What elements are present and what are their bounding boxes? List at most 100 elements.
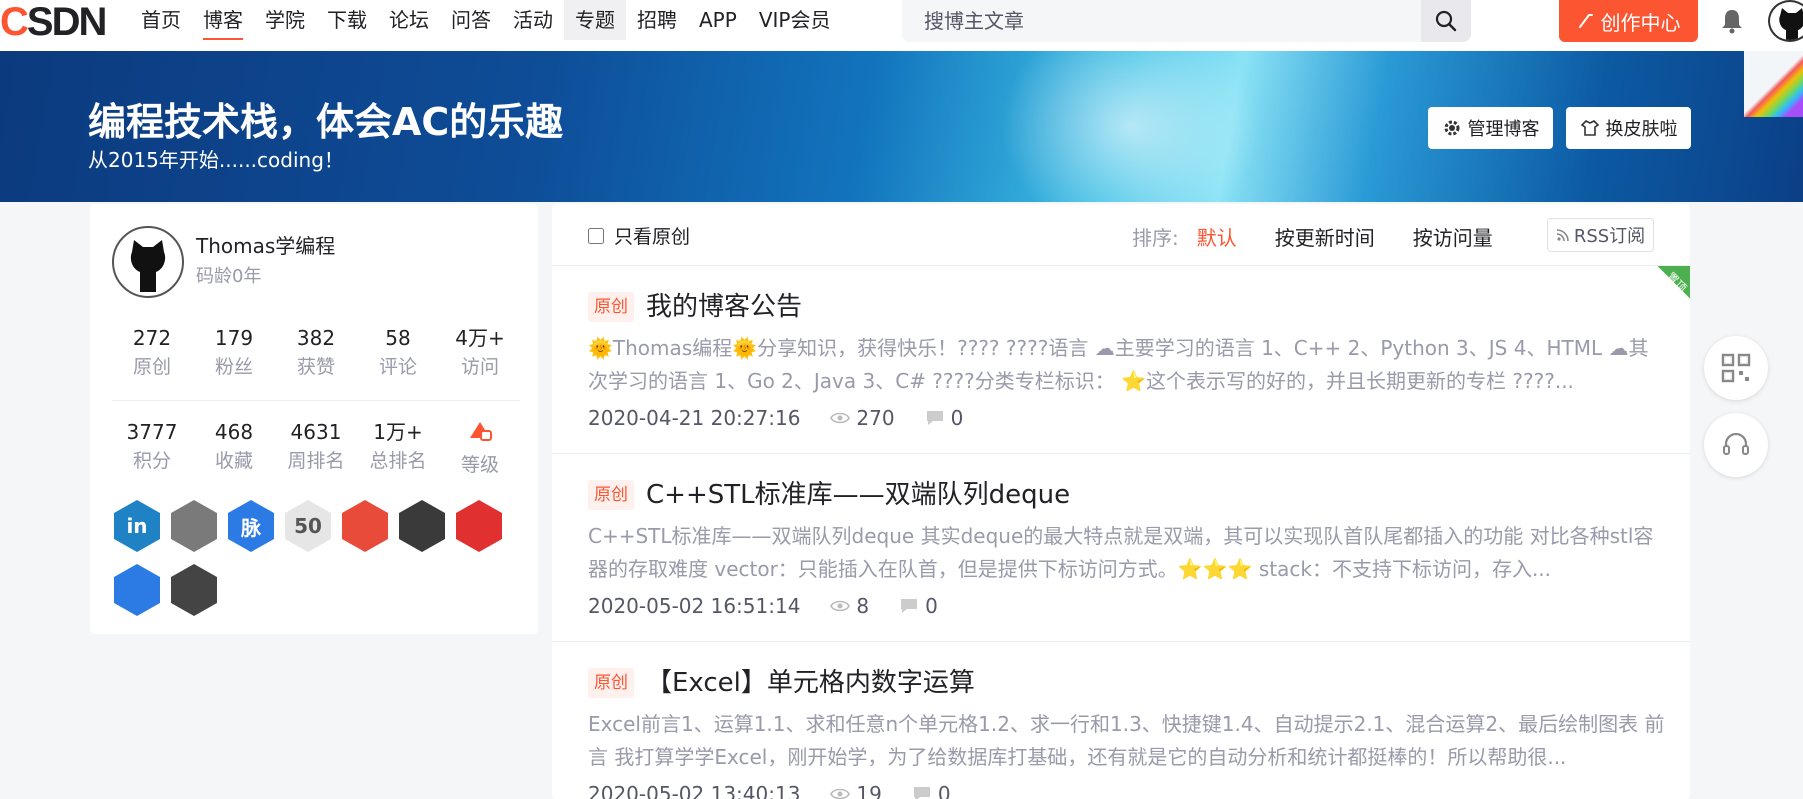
change-skin-button[interactable]: 换皮肤啦 xyxy=(1566,107,1691,149)
top-nav: CSDN 首页 博客 学院 下载 论坛 问答 活动 专题 招聘 APP VIP会… xyxy=(0,0,1803,51)
article-description: 🌞Thomas编程🌞分享知识，获得快乐！???? ????语言 ☁主要学习的语言… xyxy=(588,336,1649,393)
stat-value: 179 xyxy=(214,326,254,350)
comments-count: 0 xyxy=(925,594,938,618)
nav-item-blog[interactable]: 博客 xyxy=(192,0,254,40)
nav-menu: 首页 博客 学院 下载 论坛 问答 活动 专题 招聘 APP VIP会员 xyxy=(130,0,841,40)
original-tag: 原创 xyxy=(588,480,634,510)
stat-value: 3777 xyxy=(126,420,178,444)
achievement-badge[interactable]: 50 xyxy=(285,500,331,552)
nav-item-vip[interactable]: VIP会员 xyxy=(748,0,842,40)
article-list: 只看原创 排序: 默认 按更新时间 按访问量 RSS订阅 原创 我的博客公告 🌞… xyxy=(552,204,1690,799)
stat-value: 272 xyxy=(132,326,172,350)
stat-value: 382 xyxy=(296,326,336,350)
nav-item-events[interactable]: 活动 xyxy=(502,0,564,40)
stat-value: 4万+ xyxy=(455,326,505,350)
nav-item-jobs[interactable]: 招聘 xyxy=(626,0,688,40)
article-meta: 2020-05-02 13:40:13 19 0 xyxy=(588,782,951,799)
achievement-badge[interactable] xyxy=(171,500,217,552)
achievement-badge[interactable] xyxy=(456,500,502,552)
stat-comments[interactable]: 58 评论 xyxy=(358,324,438,382)
article-meta: 2020-05-02 16:51:14 8 0 xyxy=(588,594,938,618)
manage-blog-label: 管理博客 xyxy=(1467,119,1540,140)
csdn-logo[interactable]: CSDN xyxy=(0,2,107,42)
article-date: 2020-05-02 13:40:13 xyxy=(588,782,801,799)
qr-code-button[interactable] xyxy=(1704,336,1768,400)
bell-icon[interactable] xyxy=(1717,6,1747,36)
nav-item-qa[interactable]: 问答 xyxy=(440,0,502,40)
achievement-badge[interactable] xyxy=(114,564,160,616)
views-count: 8 xyxy=(856,594,870,618)
nav-item-home[interactable]: 首页 xyxy=(130,0,192,40)
article-item[interactable]: 原创 C++STL标准库——双端队列deque C++STL标准库——双端队列d… xyxy=(552,454,1690,642)
nav-item-topics[interactable]: 专题 xyxy=(564,0,626,40)
customer-service-button[interactable] xyxy=(1704,413,1768,477)
headset-icon xyxy=(1723,432,1749,455)
sort-by-update[interactable]: 按更新时间 xyxy=(1275,222,1375,251)
comment-icon xyxy=(926,411,943,425)
article-views: 19 xyxy=(830,782,882,799)
rainbow-corner-decoration xyxy=(1744,51,1803,117)
stat-label: 等级 xyxy=(460,454,499,476)
nav-item-academy[interactable]: 学院 xyxy=(254,0,316,40)
original-tag: 原创 xyxy=(588,292,634,322)
profile-avatar[interactable] xyxy=(112,226,184,298)
banner-glow xyxy=(1000,51,1260,202)
create-center-label: 创作中心 xyxy=(1600,10,1681,35)
article-item[interactable]: 原创 我的博客公告 🌞Thomas编程🌞分享知识，获得快乐！???? ????语… xyxy=(552,266,1690,454)
github-cat-icon xyxy=(1779,8,1803,40)
stat-label: 获赞 xyxy=(296,356,335,378)
stat-likes[interactable]: 382 获赞 xyxy=(276,324,356,382)
stat-total-rank[interactable]: 1万+ 总排名 xyxy=(358,418,438,480)
github-cat-icon xyxy=(130,240,166,292)
article-title[interactable]: 我的博客公告 xyxy=(646,286,802,323)
search-button[interactable] xyxy=(1421,0,1471,42)
original-only-filter[interactable]: 只看原创 xyxy=(588,222,690,249)
article-description: C++STL标准库——双端队列deque 其实deque的最大特点就是双端，其可… xyxy=(588,524,1654,581)
views-count: 19 xyxy=(856,782,882,799)
stat-weekly-rank[interactable]: 4631 周排名 xyxy=(276,418,356,480)
original-only-checkbox[interactable] xyxy=(588,227,604,244)
sort-default[interactable]: 默认 xyxy=(1197,222,1237,251)
achievement-badge[interactable]: 脉 xyxy=(228,500,274,552)
pinned-label: 置顶 xyxy=(1664,269,1690,295)
shirt-icon xyxy=(1580,120,1599,136)
achievement-badge[interactable] xyxy=(342,500,388,552)
search-input[interactable] xyxy=(924,0,1384,42)
nav-item-forum[interactable]: 论坛 xyxy=(378,0,440,40)
comments-count: 0 xyxy=(937,782,951,799)
stat-label: 收藏 xyxy=(214,450,253,472)
manage-blog-button[interactable]: 管理博客 xyxy=(1428,107,1553,149)
profile-stats-row1: 272 原创 179 粉丝 382 获赞 58 评论 4万+ 访问 xyxy=(112,324,520,382)
profile-stats-row2: 3777 积分 468 收藏 4631 周排名 1万+ 总排名 等级 xyxy=(112,418,520,480)
article-title[interactable]: 【Excel】单元格内数字运算 xyxy=(646,662,975,699)
profile-name[interactable]: Thomas学编程 xyxy=(196,230,335,259)
stat-label: 评论 xyxy=(378,356,417,378)
stat-original[interactable]: 272 原创 xyxy=(112,324,192,382)
stat-level[interactable]: 等级 xyxy=(440,418,520,480)
stat-points[interactable]: 3777 积分 xyxy=(112,418,192,480)
article-views: 270 xyxy=(830,406,895,430)
achievement-badge[interactable] xyxy=(399,500,445,552)
stat-fans[interactable]: 179 粉丝 xyxy=(194,324,274,382)
article-comments: 0 xyxy=(925,406,963,430)
article-title[interactable]: C++STL标准库——双端队列deque xyxy=(646,474,1070,511)
stat-visits[interactable]: 4万+ 访问 xyxy=(440,324,520,382)
stat-label: 总排名 xyxy=(369,450,427,472)
article-item[interactable]: 原创 【Excel】单元格内数字运算 Excel前言1、运算1.1、求和任意n个… xyxy=(552,642,1690,799)
blog-title: 编程技术栈，体会AC的乐趣 xyxy=(88,100,564,144)
sort-by-views[interactable]: 按访问量 xyxy=(1413,222,1493,251)
search-box xyxy=(902,0,1471,42)
stat-label: 积分 xyxy=(132,450,171,472)
eye-icon xyxy=(830,412,851,424)
nav-item-app[interactable]: APP xyxy=(688,0,748,40)
nav-item-download[interactable]: 下载 xyxy=(316,0,378,40)
create-center-button[interactable]: 创作中心 xyxy=(1559,0,1698,42)
achievement-badge[interactable] xyxy=(171,564,217,616)
change-skin-label: 换皮肤啦 xyxy=(1605,119,1678,140)
achievement-badge[interactable]: in xyxy=(114,500,160,552)
rss-button[interactable]: RSS订阅 xyxy=(1547,218,1654,252)
user-avatar[interactable] xyxy=(1768,0,1803,42)
stat-favorites[interactable]: 468 收藏 xyxy=(194,418,274,480)
article-description: Excel前言1、运算1.1、求和任意n个单元格1.2、求一行和1.3、快捷键1… xyxy=(588,712,1665,769)
sort-options: 排序: 默认 按更新时间 按访问量 xyxy=(1132,222,1493,251)
